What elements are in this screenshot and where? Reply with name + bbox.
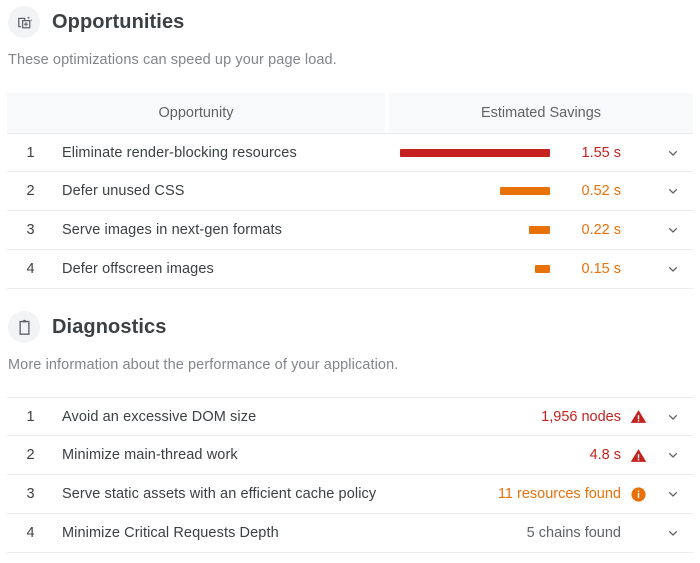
savings-value: 0.15 s <box>551 261 623 277</box>
row-index: 3 <box>7 486 62 502</box>
diagnostic-title: Serve static assets with an efficient ca… <box>62 486 423 502</box>
opportunity-title: Serve images in next-gen formats <box>62 222 391 238</box>
diagnostic-value: 5 chains found <box>423 525 623 541</box>
opportunities-table-header: Opportunity Estimated Savings <box>7 93 693 133</box>
chevron-down-icon[interactable] <box>653 183 693 199</box>
info-circle-icon <box>623 486 653 503</box>
diagnostic-title: Minimize main-thread work <box>62 447 423 463</box>
row-index: 1 <box>7 145 62 161</box>
row-index: 4 <box>7 261 62 277</box>
table-row[interactable]: 3Serve images in next-gen formats 0.22 s <box>7 211 693 250</box>
row-index: 4 <box>7 525 62 541</box>
opportunity-sparkle-icon <box>8 6 40 38</box>
diagnostics-title: Diagnostics <box>52 316 166 339</box>
savings-meter <box>391 149 551 157</box>
opportunities-table: Opportunity Estimated Savings 1Eliminate… <box>7 93 693 289</box>
chevron-down-icon[interactable] <box>653 261 693 277</box>
row-index: 2 <box>7 183 62 199</box>
diagnostics-description: More information about the performance o… <box>0 357 700 373</box>
table-row[interactable]: 4Minimize Critical Requests Depth5 chain… <box>7 514 693 553</box>
row-index: 3 <box>7 222 62 238</box>
table-row[interactable]: 1Avoid an excessive DOM size1,956 nodes <box>7 397 693 436</box>
savings-value: 0.52 s <box>551 183 623 199</box>
chevron-down-icon[interactable] <box>653 145 693 161</box>
opportunities-description: These optimizations can speed up your pa… <box>0 52 700 68</box>
lighthouse-report-panel: Opportunities These optimizations can sp… <box>0 0 700 563</box>
chevron-down-icon[interactable] <box>653 525 693 541</box>
chevron-down-icon[interactable] <box>653 222 693 238</box>
table-row[interactable]: 1Eliminate render-blocking resources 1.55… <box>7 133 693 172</box>
chevron-down-icon[interactable] <box>653 409 693 425</box>
savings-meter <box>391 226 551 234</box>
row-index: 1 <box>7 409 62 425</box>
diagnostics-row-list: 1Avoid an excessive DOM size1,956 nodes2… <box>7 397 693 553</box>
savings-meter <box>391 187 551 195</box>
diagnostic-title: Minimize Critical Requests Depth <box>62 525 423 541</box>
savings-value: 1.55 s <box>551 145 623 161</box>
savings-meter <box>391 265 551 273</box>
diagnostics-table: 1Avoid an excessive DOM size1,956 nodes2… <box>7 397 693 553</box>
opportunity-title: Defer offscreen images <box>62 261 391 277</box>
row-index: 2 <box>7 447 62 463</box>
opportunities-title: Opportunities <box>52 11 184 34</box>
savings-value: 0.22 s <box>551 222 623 238</box>
diagnostic-value: 4.8 s <box>423 447 623 463</box>
opportunity-title: Eliminate render-blocking resources <box>62 145 391 161</box>
diagnostic-value: 1,956 nodes <box>423 409 623 425</box>
warning-triangle-icon <box>623 408 653 425</box>
warning-triangle-icon <box>623 447 653 464</box>
opportunities-section-header: Opportunities <box>0 0 700 38</box>
table-row[interactable]: 3Serve static assets with an efficient c… <box>7 475 693 514</box>
table-row[interactable]: 4Defer offscreen images 0.15 s <box>7 250 693 289</box>
column-header-estimated-savings: Estimated Savings <box>389 93 693 133</box>
table-row[interactable]: 2Defer unused CSS 0.52 s <box>7 172 693 211</box>
clipboard-icon <box>8 311 40 343</box>
chevron-down-icon[interactable] <box>653 486 693 502</box>
column-header-opportunity: Opportunity <box>7 93 385 133</box>
diagnostic-title: Avoid an excessive DOM size <box>62 409 423 425</box>
chevron-down-icon[interactable] <box>653 447 693 463</box>
diagnostics-section-header: Diagnostics <box>0 311 700 343</box>
opportunity-title: Defer unused CSS <box>62 183 391 199</box>
diagnostic-value: 11 resources found <box>423 486 623 502</box>
table-row[interactable]: 2Minimize main-thread work4.8 s <box>7 436 693 475</box>
opportunities-row-list: 1Eliminate render-blocking resources 1.55… <box>7 133 693 289</box>
